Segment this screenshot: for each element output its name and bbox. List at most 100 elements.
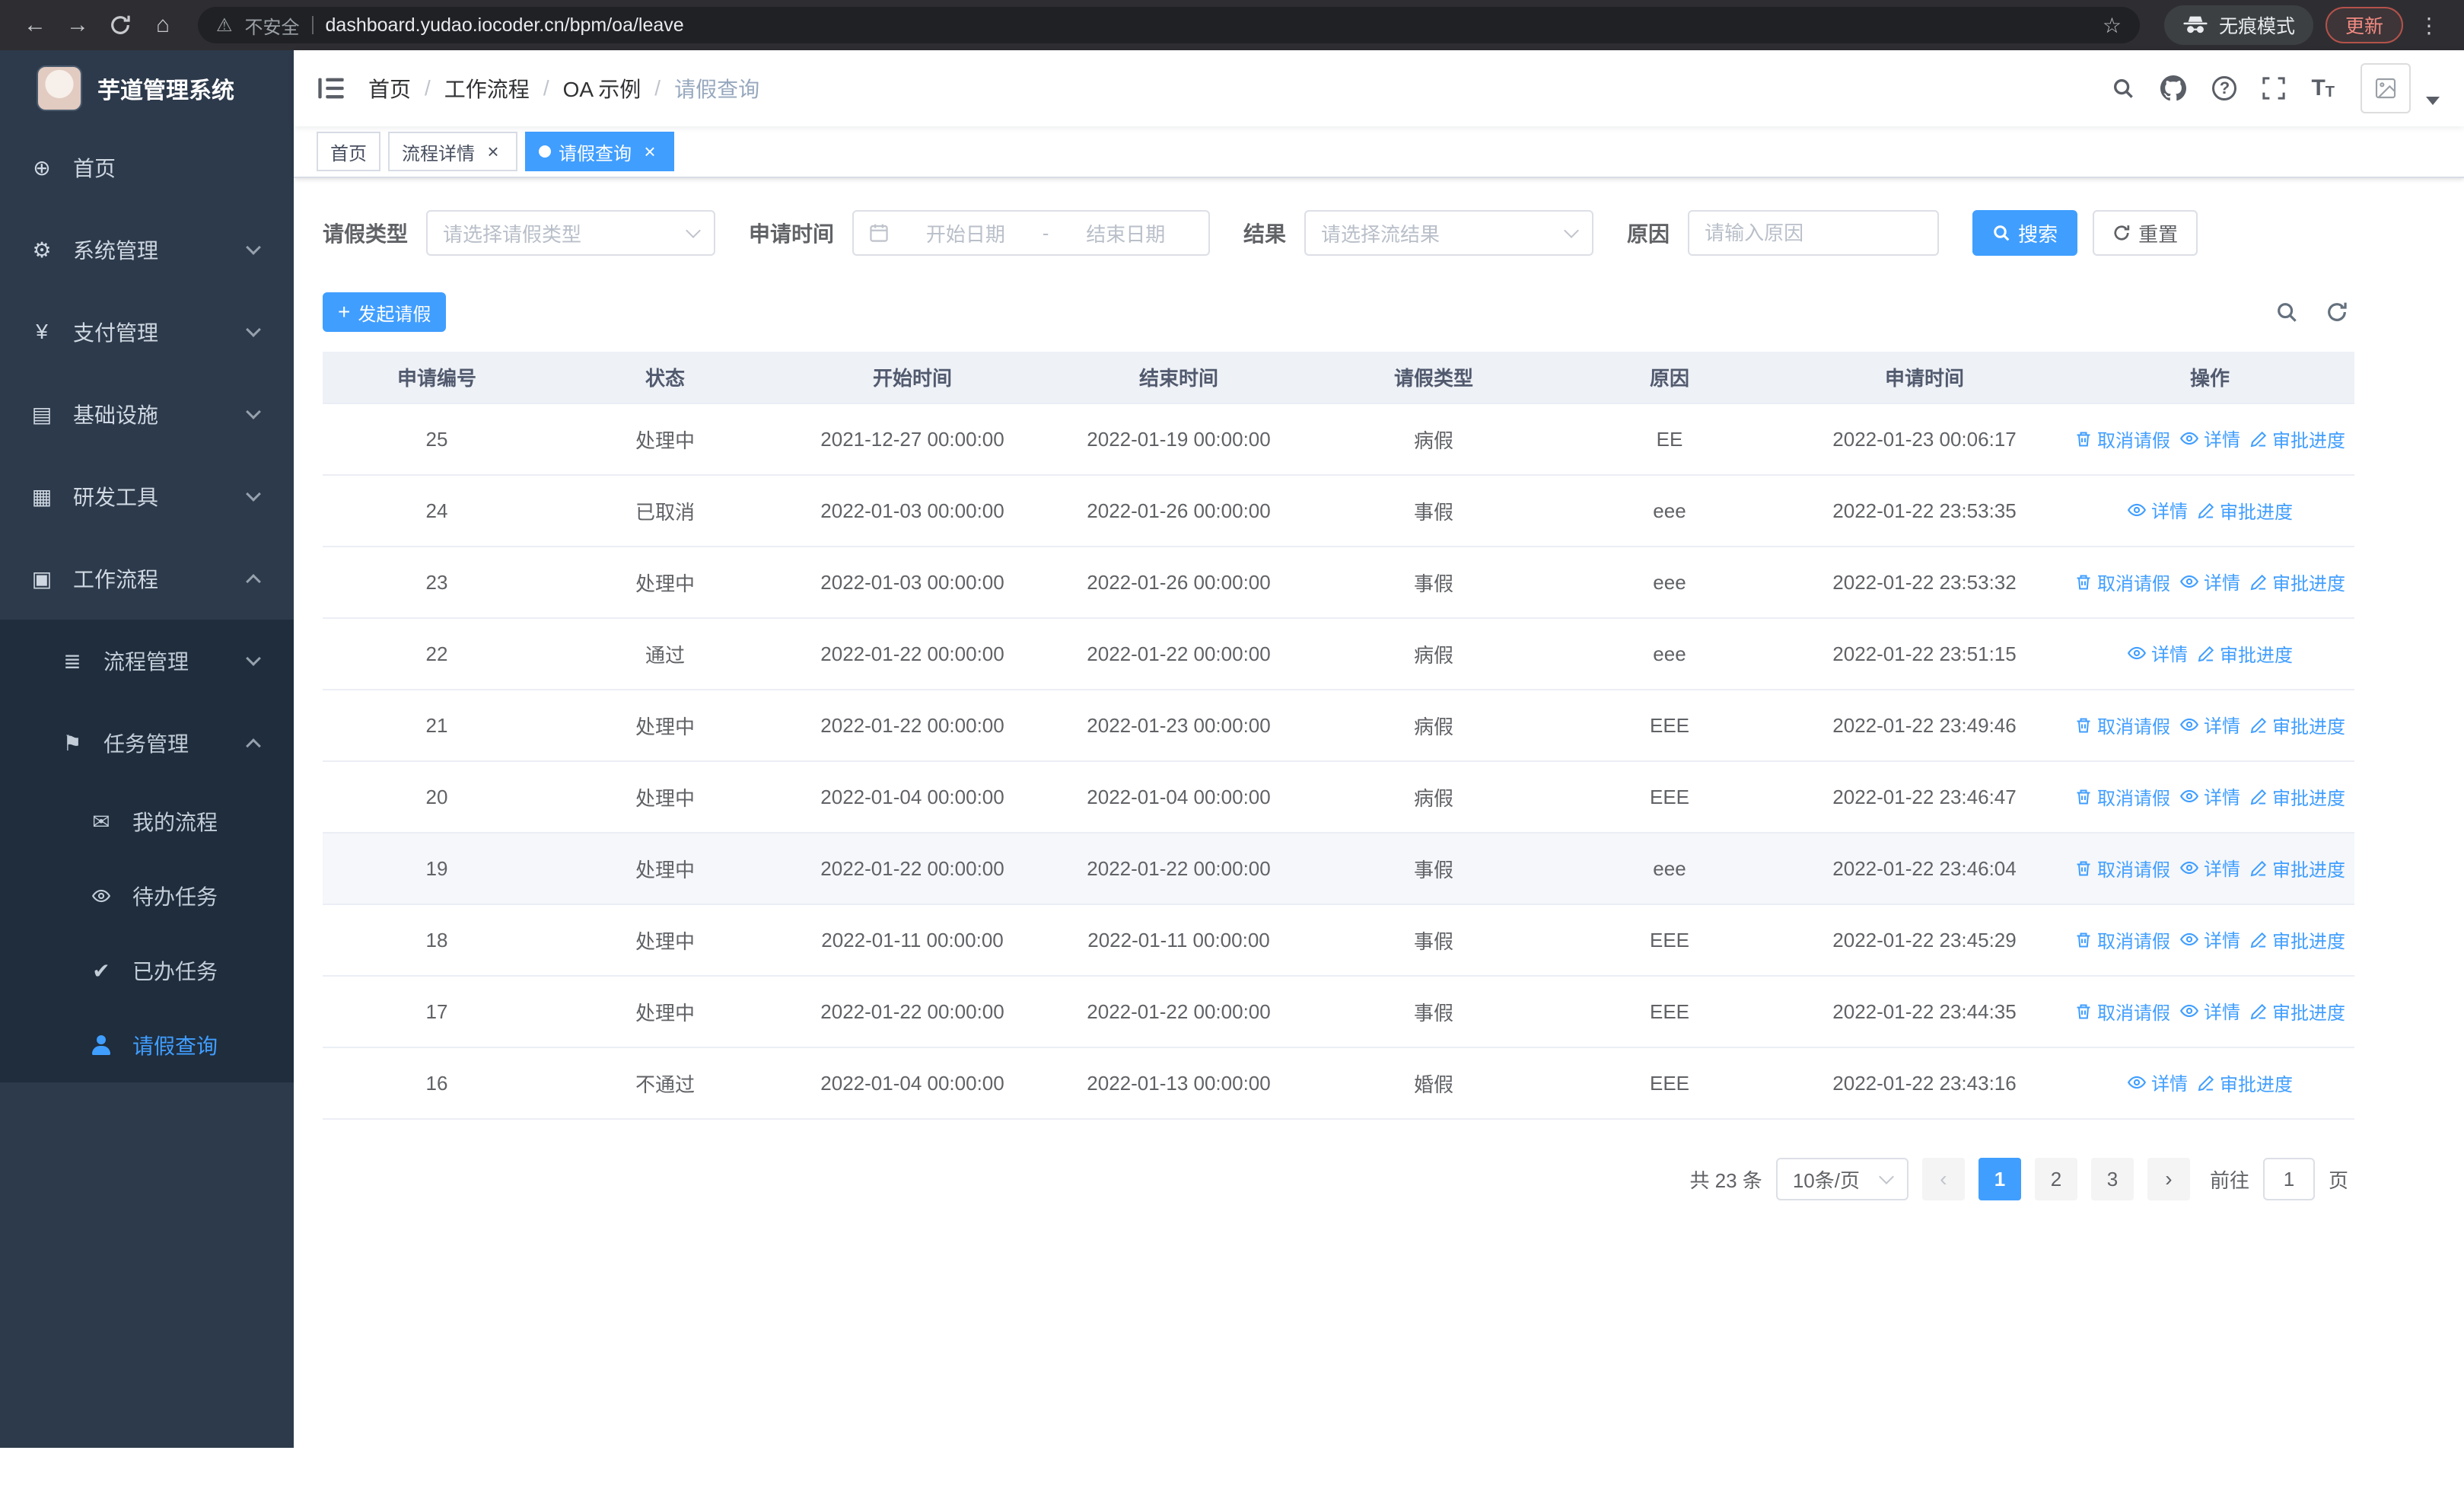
create-leave-button[interactable]: + 发起请假 <box>323 292 447 332</box>
sidebar-item-process-mgmt[interactable]: ≣ 流程管理 <box>0 620 294 702</box>
security-label[interactable]: 不安全 <box>245 12 300 39</box>
detail-link[interactable]: 详情 <box>2179 926 2240 952</box>
cancel-leave-link[interactable]: 取消请假 <box>2074 998 2170 1025</box>
result-select[interactable]: 请选择流结果 <box>1304 210 1594 256</box>
address-bar[interactable]: ⚠ 不安全 dashboard.yudao.iocoder.cn/bpm/oa/… <box>198 7 2140 43</box>
reset-button[interactable]: 重置 <box>2093 210 2198 256</box>
back-icon[interactable]: ← <box>15 5 55 45</box>
page-button-2[interactable]: 2 <box>2034 1158 2077 1200</box>
avatar-caret-icon[interactable] <box>2426 96 2440 105</box>
tab-home[interactable]: 首页 <box>317 132 380 171</box>
page-button-1[interactable]: 1 <box>1978 1158 2021 1200</box>
detail-link[interactable]: 详情 <box>2127 1069 2188 1095</box>
sidebar-item-todo-tasks[interactable]: 待办任务 <box>0 859 294 933</box>
bookmark-star-icon[interactable]: ☆ <box>2103 13 2122 38</box>
search-toggle-icon[interactable] <box>2275 301 2298 324</box>
cancel-leave-link[interactable]: 取消请假 <box>2074 426 2170 452</box>
end-date-placeholder[interactable]: 结束日期 <box>1058 219 1193 247</box>
tab-close-icon[interactable]: × <box>639 141 661 162</box>
progress-link[interactable]: 审批进度 <box>2249 712 2345 738</box>
cell-type: 事假 <box>1312 547 1555 619</box>
incognito-icon <box>2182 16 2208 34</box>
progress-link[interactable]: 审批进度 <box>2249 926 2345 953</box>
detail-link[interactable]: 详情 <box>2127 496 2188 523</box>
start-date-placeholder[interactable]: 开始日期 <box>898 219 1033 247</box>
page-button-3[interactable]: 3 <box>2090 1158 2134 1200</box>
date-separator: - <box>1042 221 1049 244</box>
progress-link[interactable]: 审批进度 <box>2249 426 2345 452</box>
sidebar-item-home[interactable]: ⊕ 首页 <box>0 126 294 209</box>
progress-link[interactable]: 审批进度 <box>2249 998 2345 1025</box>
kebab-menu-icon[interactable]: ⋮ <box>2409 5 2449 45</box>
prev-page-button[interactable]: ‹ <box>1921 1158 1965 1200</box>
github-icon[interactable] <box>2160 75 2187 101</box>
detail-link[interactable]: 详情 <box>2179 711 2240 738</box>
progress-link[interactable]: 审批进度 <box>2197 497 2293 524</box>
refresh-icon[interactable] <box>2326 301 2348 324</box>
cancel-leave-link[interactable]: 取消请假 <box>2074 855 2170 881</box>
detail-link[interactable]: 详情 <box>2179 854 2240 881</box>
sidebar-item-label: 支付管理 <box>73 321 159 345</box>
detail-link[interactable]: 详情 <box>2179 783 2240 809</box>
sidebar-item-infra[interactable]: ▤ 基础设施 <box>0 373 294 455</box>
detail-link[interactable]: 详情 <box>2179 568 2240 594</box>
next-page-button[interactable]: › <box>2147 1158 2190 1200</box>
reason-input[interactable] <box>1688 210 1940 256</box>
fullscreen-icon[interactable] <box>2262 77 2286 100</box>
progress-link[interactable]: 审批进度 <box>2197 1069 2293 1096</box>
update-button[interactable]: 更新 <box>2325 7 2403 43</box>
goto-page-input[interactable] <box>2262 1158 2315 1200</box>
home-icon[interactable]: ⌂ <box>143 5 183 45</box>
sidebar-item-leave-query[interactable]: 请假查询 <box>0 1008 294 1082</box>
cancel-leave-link[interactable]: 取消请假 <box>2074 783 2170 810</box>
progress-link[interactable]: 审批进度 <box>2249 855 2345 881</box>
leave-type-select[interactable]: 请选择请假类型 <box>426 210 716 256</box>
sidebar-item-done-tasks[interactable]: ✔ 已办任务 <box>0 933 294 1008</box>
help-icon[interactable]: ? <box>2212 76 2237 100</box>
page-size-select[interactable]: 10条/页 <box>1775 1158 1908 1200</box>
cell-start: 2021-12-27 00:00:00 <box>779 403 1046 476</box>
sidebar-item-task-mgmt[interactable]: ⚑ 任务管理 <box>0 702 294 784</box>
cancel-leave-link[interactable]: 取消请假 <box>2074 569 2170 595</box>
breadcrumb-item[interactable]: 首页 <box>368 73 411 104</box>
trash-icon <box>2074 716 2093 735</box>
plus-icon: + <box>338 300 351 324</box>
trash-icon <box>2074 859 2093 878</box>
tab-process-detail[interactable]: 流程详情 × <box>388 132 517 171</box>
cancel-leave-link[interactable]: 取消请假 <box>2074 926 2170 953</box>
eye-icon <box>2179 786 2199 806</box>
sidebar: 芋道管理系统 ⊕ 首页 ⚙ 系统管理 ¥ 支付管理 ▤ 基础设施 ▦ 研发工具 ▣ 工作流程 ≣ 流程管理… <box>0 50 294 1448</box>
cancel-leave-link[interactable]: 取消请假 <box>2074 712 2170 738</box>
breadcrumb-item[interactable]: 工作流程 <box>444 73 530 104</box>
sidebar-item-my-process[interactable]: ✉ 我的流程 <box>0 784 294 859</box>
cell-id: 24 <box>323 475 551 547</box>
hamburger-icon[interactable] <box>318 77 344 100</box>
avatar[interactable] <box>2361 63 2411 113</box>
search-icon[interactable] <box>2112 77 2135 100</box>
url-text[interactable]: dashboard.yudao.iocoder.cn/bpm/oa/leave <box>326 14 2090 37</box>
detail-link[interactable]: 详情 <box>2127 639 2188 666</box>
detail-link[interactable]: 详情 <box>2179 425 2240 451</box>
progress-link[interactable]: 审批进度 <box>2249 569 2345 595</box>
chevron-down-icon <box>1564 223 1579 238</box>
sidebar-item-system[interactable]: ⚙ 系统管理 <box>0 209 294 291</box>
font-size-icon[interactable]: TT <box>2311 77 2335 100</box>
cell-applied: 2022-01-22 23:51:15 <box>1784 618 2065 690</box>
sidebar-item-workflow[interactable]: ▣ 工作流程 <box>0 537 294 620</box>
detail-link[interactable]: 详情 <box>2179 997 2240 1024</box>
sidebar-item-devtools[interactable]: ▦ 研发工具 <box>0 455 294 537</box>
forward-icon[interactable]: → <box>58 5 97 45</box>
edit-icon <box>2197 645 2215 663</box>
apply-time-range-picker[interactable]: 开始日期 - 结束日期 <box>852 210 1211 256</box>
progress-link[interactable]: 审批进度 <box>2249 783 2345 810</box>
tab-leave-query[interactable]: 请假查询 × <box>525 132 674 171</box>
column-header-5: 原因 <box>1555 352 1784 404</box>
sidebar-item-payment[interactable]: ¥ 支付管理 <box>0 291 294 373</box>
cell-start: 2022-01-04 00:00:00 <box>779 761 1046 834</box>
reload-icon[interactable] <box>100 5 140 45</box>
progress-link[interactable]: 审批进度 <box>2197 640 2293 667</box>
sidebar-item-label: 基础设施 <box>73 403 159 427</box>
breadcrumb-item[interactable]: OA 示例 <box>563 73 641 104</box>
tab-close-icon[interactable]: × <box>482 141 504 162</box>
search-button[interactable]: 搜索 <box>1972 210 2078 256</box>
